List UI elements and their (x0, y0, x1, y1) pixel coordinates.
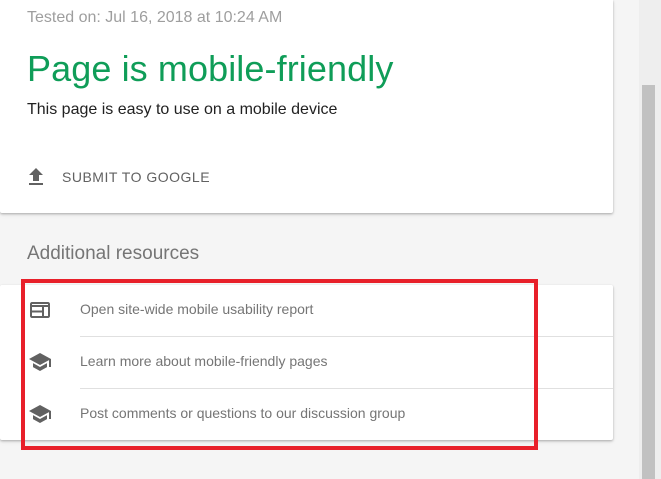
test-result-card: Tested on: Jul 16, 2018 at 10:24 AM Page… (0, 0, 613, 213)
resources-list: Open site-wide mobile usability report L… (0, 285, 613, 440)
resource-item-usability-report[interactable]: Open site-wide mobile usability report (0, 285, 613, 336)
tested-on-timestamp: Tested on: Jul 16, 2018 at 10:24 AM (27, 9, 283, 26)
school-icon (28, 350, 52, 374)
page-status-title: Page is mobile-friendly (27, 48, 394, 89)
scrollbar-thumb[interactable] (642, 85, 655, 479)
upload-icon (24, 165, 48, 189)
resource-item-label: Post comments or questions to our discus… (80, 405, 406, 421)
submit-to-google-button[interactable]: SUBMIT TO GOOGLE (24, 160, 218, 194)
page-status-description: This page is easy to use on a mobile dev… (27, 101, 338, 118)
resource-item-label: Learn more about mobile-friendly pages (80, 353, 328, 369)
resource-item-discussion-group[interactable]: Post comments or questions to our discus… (0, 389, 613, 440)
resource-item-learn-more[interactable]: Learn more about mobile-friendly pages (0, 337, 613, 388)
submit-button-label: SUBMIT TO GOOGLE (62, 169, 211, 185)
school-icon (28, 402, 52, 426)
resource-item-label: Open site-wide mobile usability report (80, 301, 314, 317)
additional-resources-heading: Additional resources (27, 243, 200, 264)
web-layout-icon (28, 298, 52, 322)
